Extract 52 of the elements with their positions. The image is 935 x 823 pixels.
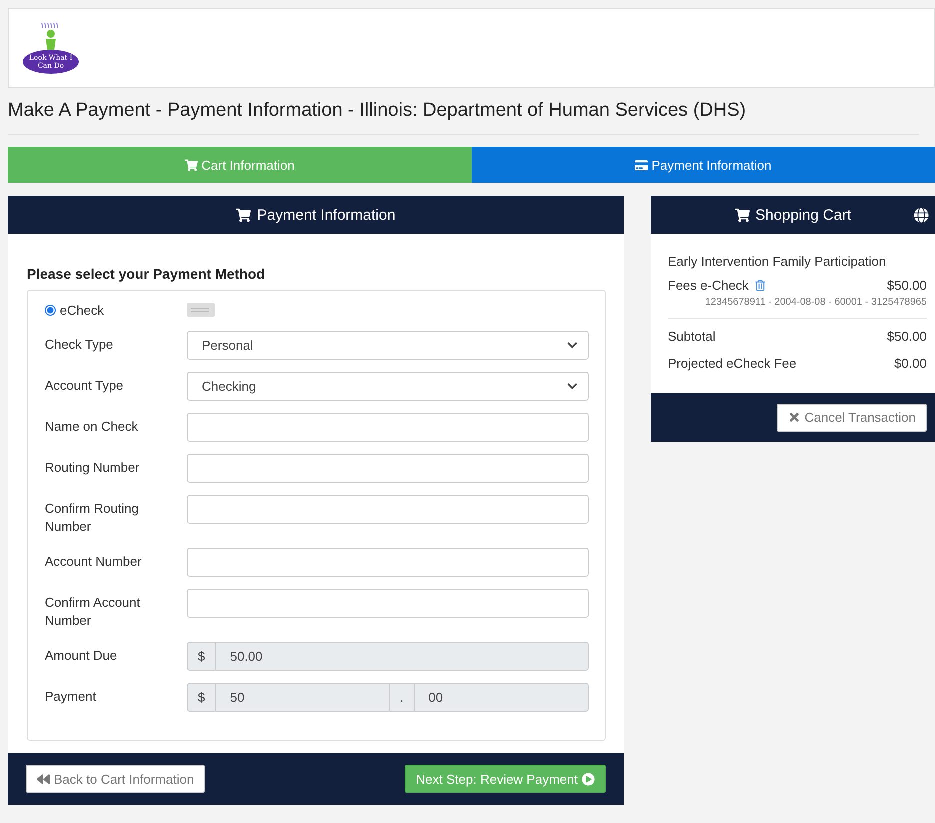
total-label: Projected eCheck Fee <box>668 356 797 371</box>
step-tab[interactable]: Cart Information <box>8 147 472 183</box>
trash-icon[interactable] <box>754 280 766 291</box>
select-field[interactable]: Checking <box>187 372 589 401</box>
page-title: Make A Payment - Payment Information - Illinois: Department of Human Services (DHS) <box>8 100 919 135</box>
field-label: Amount Due <box>45 647 118 665</box>
item-detail: 12345678911 - 2004-08-08 - 60001 - 3125478965 <box>668 297 927 319</box>
panel-title: Payment Information <box>257 206 396 224</box>
field-label: Account Number <box>45 553 143 571</box>
field-label: Account Type <box>45 377 125 395</box>
total-amount: $50.00 <box>887 329 927 344</box>
section-prompt: Please select your Payment Method <box>27 266 266 282</box>
input-field[interactable] <box>187 495 589 524</box>
radio-label: eCheck <box>60 303 104 318</box>
item-name: Fees e-Check <box>668 278 749 293</box>
field-label: Confirm Account Number <box>45 594 142 630</box>
select-field[interactable]: Personal <box>187 331 589 360</box>
back-button[interactable]: Back to Cart Information <box>26 765 206 793</box>
chevron-down-icon <box>567 381 578 392</box>
panel-title: Shopping Cart <box>756 206 852 224</box>
field-label: Confirm Routing Number <box>45 500 140 536</box>
rewind-icon <box>37 772 50 786</box>
input-field[interactable] <box>187 454 589 483</box>
radio-button[interactable] <box>45 305 56 316</box>
dollars-field[interactable]: $ 50 <box>187 683 390 712</box>
input-field[interactable] <box>187 413 589 442</box>
item-amount: $50.00 <box>887 278 927 293</box>
cancel-button[interactable]: Cancel Transaction <box>776 404 927 432</box>
total-amount: $0.00 <box>894 356 927 371</box>
input-field[interactable] <box>187 589 589 618</box>
amount-field: $ 50.00 <box>187 642 589 671</box>
field-label: Routing Number <box>45 459 141 477</box>
chevron-down-icon <box>567 340 578 351</box>
field-label: Check Type <box>45 336 114 354</box>
input-field[interactable] <box>187 548 589 577</box>
item-group: Early Intervention Family Participation <box>668 254 886 269</box>
cart-icon <box>236 208 252 222</box>
close-icon <box>788 411 801 424</box>
field-label: Payment <box>45 688 98 706</box>
decimal-addon: . <box>390 684 415 711</box>
cents-field[interactable]: . 00 <box>390 683 589 712</box>
cart-icon <box>734 208 750 222</box>
currency-addon: $ <box>188 684 216 711</box>
next-button[interactable]: Next Step: Review Payment <box>405 765 606 793</box>
check-card-icon <box>187 303 215 317</box>
currency-addon: $ <box>188 643 216 670</box>
total-label: Subtotal <box>668 329 716 344</box>
step-tab[interactable]: Payment Information <box>472 147 935 183</box>
field-label: Name on Check <box>45 418 140 436</box>
credit-card-icon <box>634 158 648 172</box>
cart-icon <box>184 158 198 172</box>
globe-icon[interactable] <box>914 208 929 222</box>
